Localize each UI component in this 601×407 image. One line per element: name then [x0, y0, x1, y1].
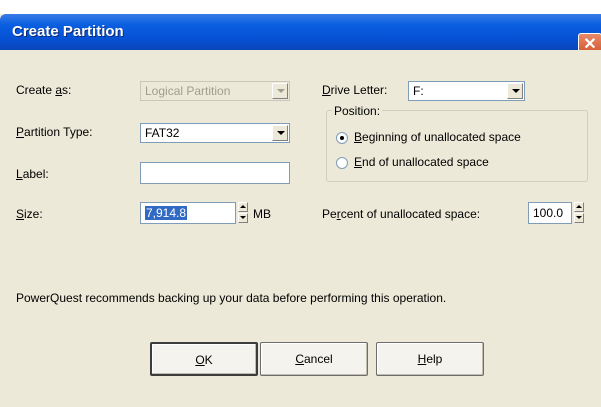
radio-beginning[interactable] — [336, 132, 348, 144]
dialog-body: Create as: Logical Partition Drive Lette… — [0, 50, 601, 407]
position-group — [326, 110, 588, 182]
label-field-label: Label: — [16, 167, 49, 181]
window-title: Create Partition — [12, 23, 124, 40]
percent-value: 100.0 — [533, 206, 564, 220]
size-input[interactable]: 7,914.8 — [140, 202, 236, 224]
drive-letter-dropdown[interactable]: F: — [408, 81, 525, 101]
partition-type-label: Partition Type: — [16, 125, 93, 139]
radio-end-label[interactable]: End of unallocated space — [354, 155, 489, 169]
spin-down-icon[interactable] — [574, 213, 584, 223]
position-group-title: Position: — [332, 104, 383, 118]
size-unit: MB — [253, 207, 271, 221]
spin-down-icon[interactable] — [238, 213, 248, 223]
percent-label: Percent of unallocated space: — [322, 207, 481, 221]
partition-type-value: FAT32 — [145, 126, 180, 140]
label-input[interactable] — [140, 162, 290, 184]
help-button[interactable]: Help — [376, 342, 484, 376]
chevron-down-icon[interactable] — [507, 83, 523, 99]
radio-beginning-label[interactable]: Beginning of unallocated space — [354, 130, 521, 144]
cancel-button[interactable]: Cancel — [260, 342, 368, 376]
spin-up-icon[interactable] — [574, 202, 584, 212]
ok-button[interactable]: OK — [150, 342, 258, 376]
create-as-value: Logical Partition — [145, 84, 231, 98]
spin-up-icon[interactable] — [238, 202, 248, 212]
create-as-dropdown[interactable]: Logical Partition — [140, 81, 290, 101]
partition-type-dropdown[interactable]: FAT32 — [140, 123, 290, 143]
size-label: Size: — [16, 207, 43, 221]
percent-input[interactable]: 100.0 — [528, 202, 572, 224]
background-strip — [0, 0, 601, 14]
chevron-down-icon[interactable] — [272, 125, 288, 141]
size-spinner[interactable] — [238, 202, 248, 224]
create-as-label: Create as: — [16, 83, 72, 97]
radio-end[interactable] — [336, 157, 348, 169]
percent-spinner[interactable] — [574, 202, 584, 224]
chevron-down-icon[interactable] — [272, 83, 288, 99]
backup-message: PowerQuest recommends backing up your da… — [16, 291, 447, 305]
drive-letter-label: Drive Letter: — [322, 83, 388, 97]
size-value: 7,914.8 — [145, 206, 188, 220]
drive-letter-value: F: — [413, 84, 424, 98]
title-bar[interactable]: Create Partition ✕ — [0, 14, 601, 59]
